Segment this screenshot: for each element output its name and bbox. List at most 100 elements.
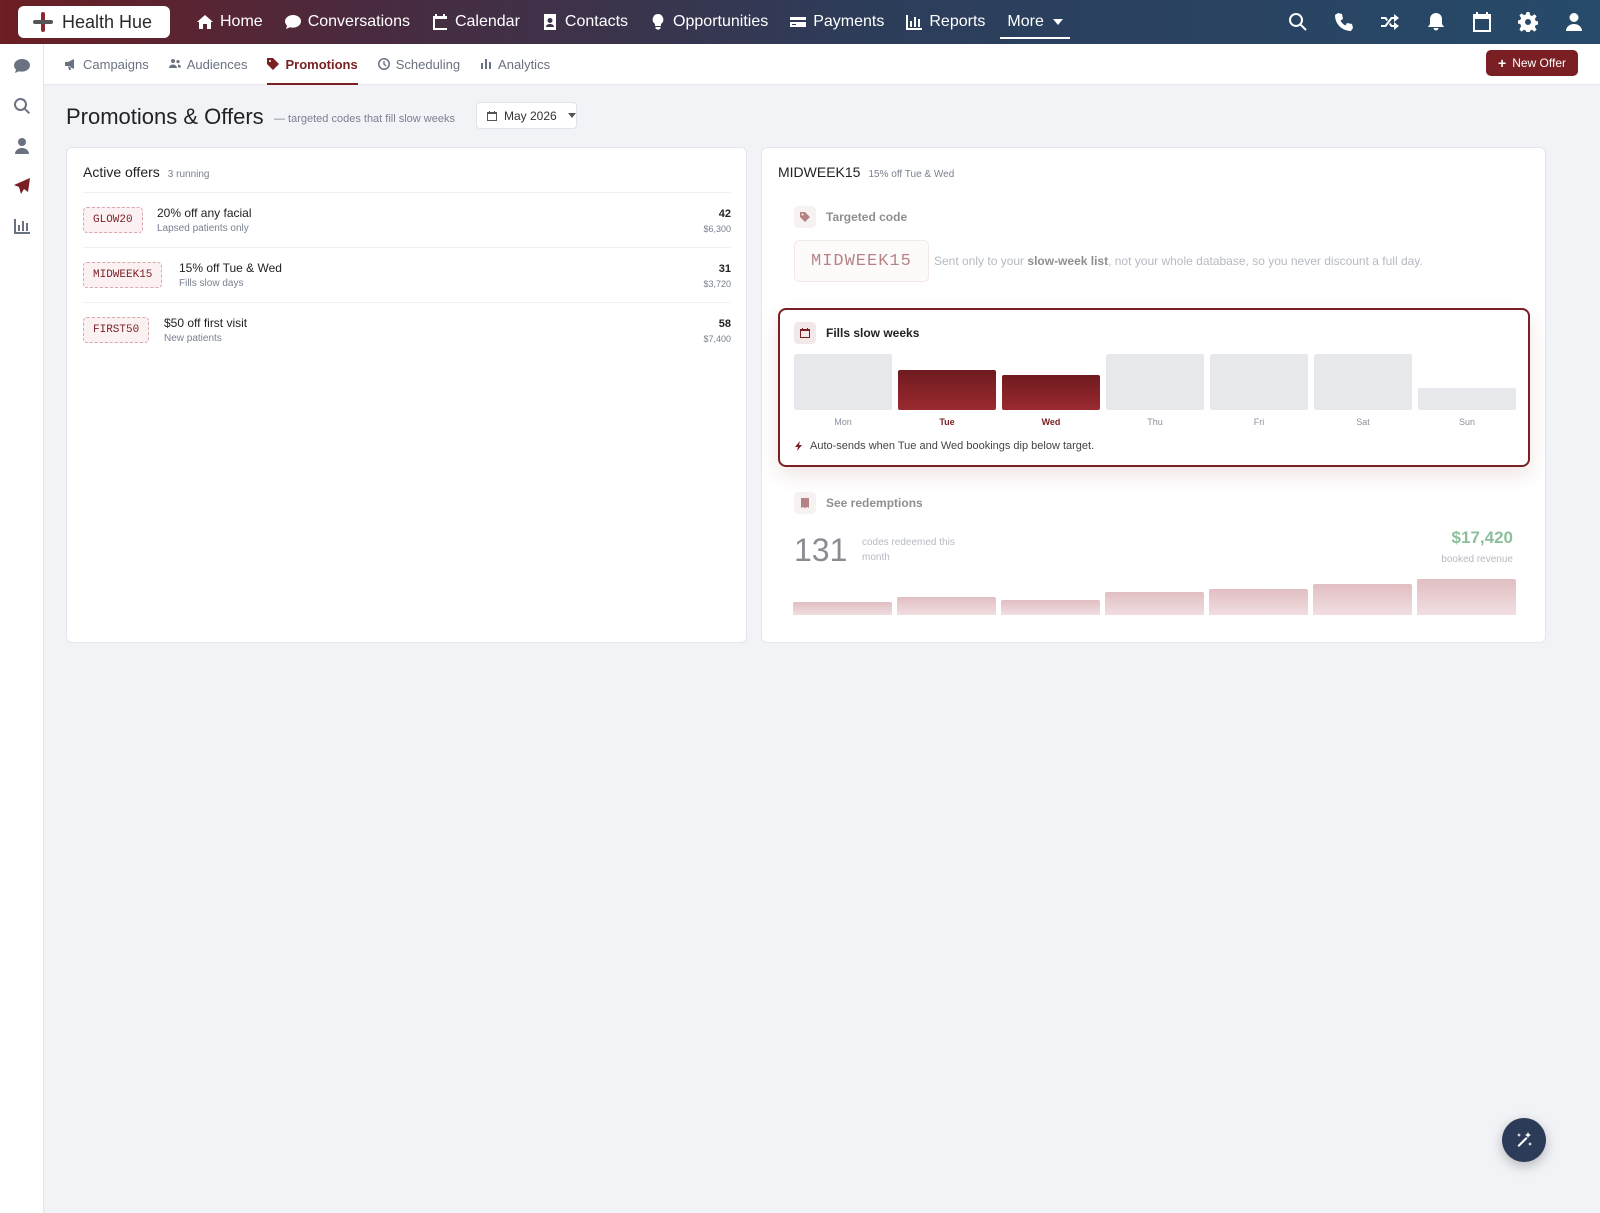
day-bar-fri <box>1210 354 1308 410</box>
offer-audience: New patients <box>164 333 222 344</box>
new-offer-button[interactable]: + New Offer <box>1486 50 1578 76</box>
calendar-icon <box>432 14 447 30</box>
trend-bar <box>1313 584 1412 615</box>
day-label: Tue <box>939 417 955 427</box>
bar-chart-icon <box>906 15 923 30</box>
home-icon <box>197 15 213 29</box>
magic-wand-button[interactable] <box>1502 1118 1546 1162</box>
offer-code: MIDWEEK15 <box>83 262 163 288</box>
day-bar-tue <box>898 370 996 410</box>
tab-scheduling[interactable]: Scheduling <box>368 44 470 85</box>
nav-label: Payments <box>813 13 885 30</box>
tab-label: Analytics <box>498 56 551 72</box>
offer-code: FIRST50 <box>83 317 150 343</box>
redemptions-count: 131 <box>794 532 848 568</box>
desc-pre: Sent only to your <box>934 254 1028 268</box>
tab-campaigns[interactable]: Campaigns <box>55 44 159 85</box>
offer-row[interactable]: MIDWEEK15 15% off Tue & Wed Fills slow d… <box>83 247 731 302</box>
tab-promotions[interactable]: Promotions <box>257 44 367 85</box>
offer-code: GLOW20 <box>83 207 143 233</box>
redemptions-heading: See redemptions <box>826 496 923 510</box>
active-offers-header: Active offers 3 running <box>83 164 209 180</box>
bell-icon[interactable] <box>1424 10 1448 34</box>
magic-wand-icon <box>1517 1132 1532 1147</box>
month-selector[interactable]: May 2026 <box>476 102 577 129</box>
nav-item-contacts[interactable]: Contacts <box>531 0 639 44</box>
trend-bar <box>1209 589 1308 615</box>
offer-row[interactable]: GLOW20 20% off any facial Lapsed patient… <box>83 192 731 247</box>
detail-header: MIDWEEK15 15% off Tue & Wed <box>778 164 954 180</box>
gear-icon[interactable] <box>1516 10 1540 34</box>
nav-label: Contacts <box>564 13 629 30</box>
calendar-icon[interactable] <box>1470 10 1494 34</box>
tab-analytics[interactable]: Analytics <box>470 44 560 85</box>
phone-icon[interactable] <box>1332 10 1356 34</box>
megaphone-icon <box>65 59 74 70</box>
nav-item-opportunities[interactable]: Opportunities <box>639 0 779 44</box>
brand-name: Health Hue <box>62 11 153 32</box>
auto-send-note: Auto-sends when Tue and Wed bookings dip… <box>794 440 1094 452</box>
offer-title: 15% off Tue & Wed <box>179 261 282 275</box>
desc-post: , not your whole database, so you never … <box>1108 254 1423 268</box>
top-navigation-bar: Health Hue Home Conversations Calendar C… <box>0 0 1600 44</box>
nav-label: Opportunities <box>673 13 769 30</box>
send-icon[interactable] <box>12 176 32 196</box>
running-count: 3 running <box>167 169 210 180</box>
tab-label: Promotions <box>285 56 358 72</box>
search-icon[interactable] <box>1286 10 1310 34</box>
tab-audiences[interactable]: Audiences <box>159 44 258 85</box>
trend-bar <box>1417 579 1516 615</box>
offer-redemptions: 58 <box>718 318 731 330</box>
brand-logo[interactable]: Health Hue <box>18 6 170 38</box>
nav-label: Reports <box>929 13 986 30</box>
month-value: May 2026 <box>504 108 557 123</box>
user-icon[interactable] <box>12 136 32 156</box>
left-sidebar <box>0 44 44 1213</box>
chevron-down-icon <box>1052 19 1063 25</box>
day-label: Thu <box>1147 417 1163 427</box>
offer-title: 20% off any facial <box>157 206 252 220</box>
day-label: Mon <box>834 417 852 427</box>
logo-icon <box>32 11 54 33</box>
day-label: Sun <box>1458 417 1475 427</box>
trend-bar <box>1001 600 1100 615</box>
users-icon <box>168 59 181 68</box>
slow-weeks-section: Fills slow weeks Mon Tue Wed Thu Fri Sat Sun A… <box>778 308 1530 467</box>
offer-row[interactable]: FIRST50 $50 off first visit New patients… <box>83 302 731 357</box>
offer-title: $50 off first visit <box>164 316 248 330</box>
day-label: Fri <box>1253 417 1265 427</box>
bar-chart-icon[interactable] <box>12 216 32 236</box>
day-label: Sat <box>1356 417 1370 427</box>
detail-code: MIDWEEK15 <box>778 164 861 180</box>
tag-icon <box>267 58 280 70</box>
nav-item-conversations[interactable]: Conversations <box>274 0 421 44</box>
chat-icon <box>284 15 301 29</box>
nav-item-more[interactable]: More <box>996 0 1073 44</box>
plus-icon: + <box>1498 55 1507 71</box>
targeted-code-header: Targeted code <box>794 206 907 228</box>
targeted-code-value[interactable]: MIDWEEK15 <box>794 240 929 282</box>
trend-bar <box>897 597 996 615</box>
sub-navigation: Campaigns Audiences Promotions Schedulin… <box>44 44 1600 85</box>
credit-card-icon <box>790 17 807 27</box>
top-actions <box>1286 0 1586 44</box>
user-icon[interactable] <box>1562 10 1586 34</box>
offer-detail-card: MIDWEEK15 15% off Tue & Wed Targeted code… <box>761 147 1546 643</box>
chat-icon[interactable] <box>12 56 32 76</box>
tab-label: Scheduling <box>395 56 461 72</box>
targeted-code-heading: Targeted code <box>826 210 908 224</box>
nav-item-reports[interactable]: Reports <box>895 0 996 44</box>
search-icon[interactable] <box>12 96 32 116</box>
nav-item-home[interactable]: Home <box>186 0 274 44</box>
active-offers-title: Active offers <box>83 164 160 180</box>
offer-revenue: $3,720 <box>703 279 731 289</box>
day-bar-wed <box>1002 375 1100 410</box>
tab-label: Audiences <box>186 56 248 72</box>
targeted-code-description: Sent only to your slow-week list, not yo… <box>934 254 1423 268</box>
tab-label: Campaigns <box>83 56 149 72</box>
lightbulb-icon <box>652 14 664 30</box>
shuffle-icon[interactable] <box>1378 10 1402 34</box>
nav-label: Home <box>220 13 263 30</box>
nav-item-payments[interactable]: Payments <box>779 0 895 44</box>
nav-item-calendar[interactable]: Calendar <box>421 0 531 44</box>
